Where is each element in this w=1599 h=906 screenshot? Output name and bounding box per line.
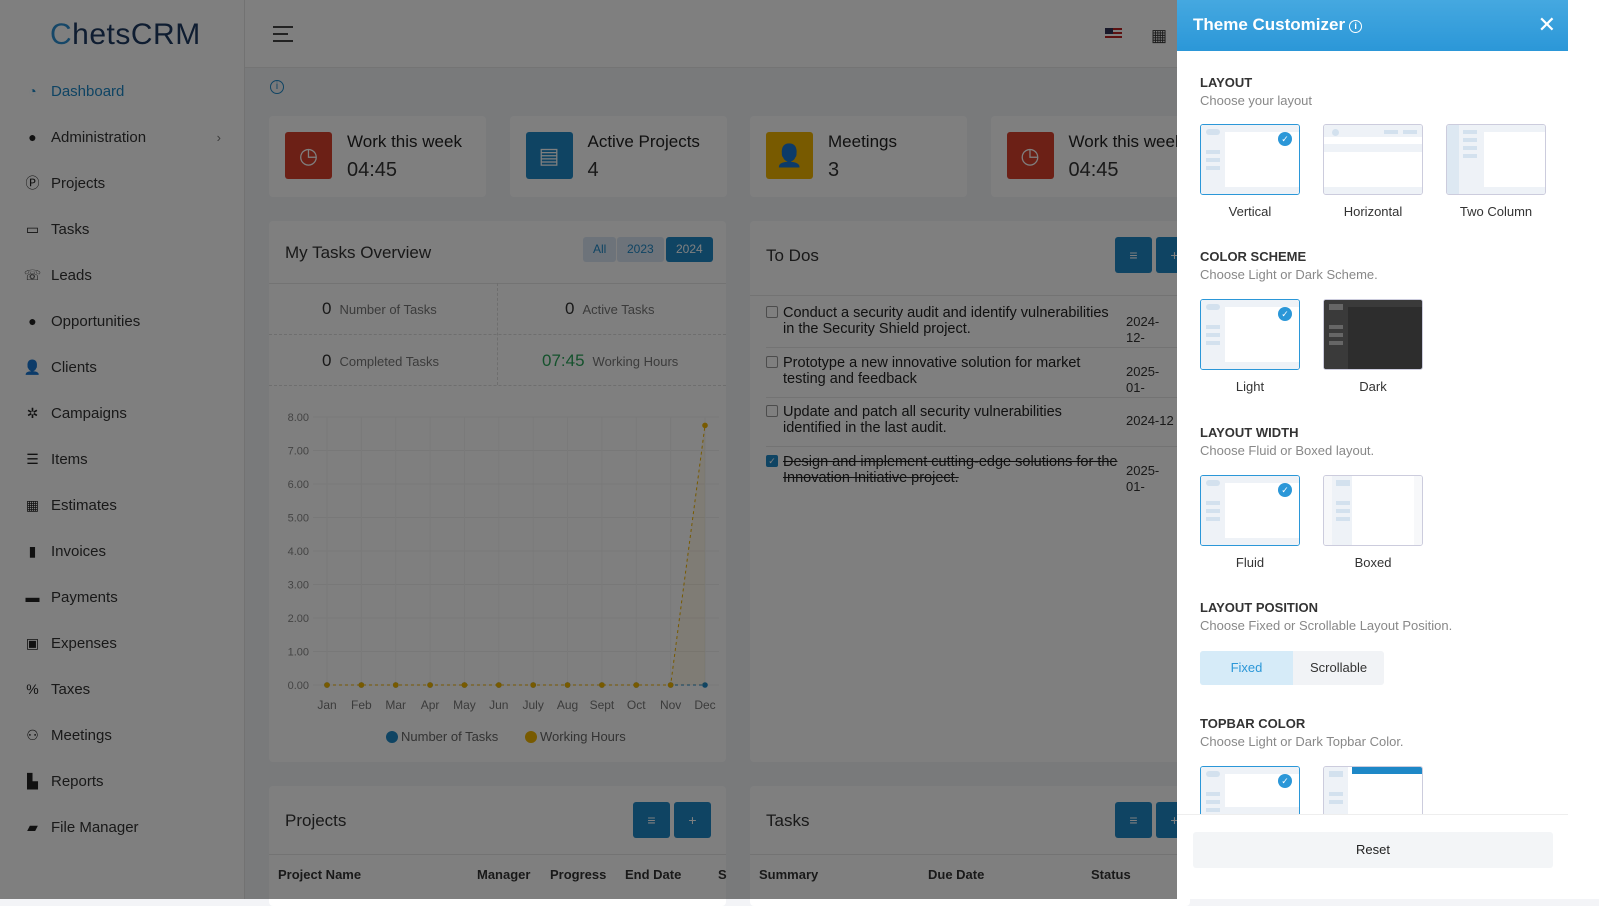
info-icon[interactable]: i [1349, 20, 1363, 33]
color-scheme-option-dark[interactable]: Dark [1323, 299, 1423, 394]
close-icon[interactable]: ✕ [1538, 12, 1556, 38]
check-icon: ✓ [1278, 132, 1292, 146]
layout-position-section: LAYOUT POSITION Choose Fixed or Scrollabl… [1200, 600, 1453, 633]
layout-option-horizontal[interactable]: Horizontal [1323, 124, 1423, 219]
layout-option-vertical[interactable]: ✓ Vertical [1200, 124, 1300, 219]
option-label: Light [1235, 379, 1265, 394]
layout-thumbnail [1446, 124, 1546, 195]
layout-thumbnail: ✓ [1200, 475, 1300, 546]
check-icon: ✓ [1278, 483, 1292, 497]
check-icon: ✓ [1278, 307, 1292, 321]
reset-button[interactable]: Reset [1193, 832, 1553, 868]
color-scheme-section: COLOR SCHEME Choose Light or Dark Scheme. [1200, 249, 1378, 282]
theme-customizer-panel: Theme Customizer i ✕ LAYOUT Choose your la… [1177, 0, 1568, 899]
option-label: Vertical [1228, 204, 1272, 219]
topbar-color-option-dark[interactable] [1323, 766, 1423, 814]
scrollbar[interactable] [1568, 0, 1599, 899]
layout-thumbnail: ✓ [1200, 299, 1300, 370]
layout-thumbnail: ✓ [1200, 766, 1300, 814]
position-fixed[interactable]: Fixed [1200, 651, 1293, 685]
option-label: Two Column [1459, 204, 1533, 219]
customizer-title: Theme Customizer [1193, 15, 1346, 34]
option-label: Horizontal [1343, 204, 1403, 219]
layout-width-option-fluid[interactable]: ✓ Fluid [1200, 475, 1300, 570]
color-scheme-option-light[interactable]: ✓ Light [1200, 299, 1300, 394]
option-label: Boxed [1354, 555, 1392, 570]
topbar-color-section: TOPBAR COLOR Choose Light or Dark Topbar … [1200, 716, 1404, 749]
option-label: Fluid [1235, 555, 1265, 570]
layout-thumbnail [1323, 766, 1423, 814]
option-label: Dark [1359, 379, 1387, 394]
layout-thumbnail: ✓ [1200, 124, 1300, 195]
check-icon: ✓ [1278, 774, 1292, 788]
layout-thumbnail [1323, 124, 1423, 195]
topbar-color-option-light[interactable]: ✓ [1200, 766, 1300, 814]
layout-width-section: LAYOUT WIDTH Choose Fluid or Boxed layout… [1200, 425, 1375, 458]
layout-option-two-column[interactable]: Two Column [1446, 124, 1546, 219]
layout-width-option-boxed[interactable]: Boxed [1323, 475, 1423, 570]
layout-thumbnail [1323, 475, 1423, 546]
layout-thumbnail [1323, 299, 1423, 370]
layout-section: LAYOUT Choose your layout [1200, 75, 1313, 108]
position-scrollable[interactable]: Scrollable [1293, 651, 1384, 685]
customizer-header: Theme Customizer i ✕ [1177, 0, 1568, 51]
layout-position-toggle: Fixed Scrollable [1200, 651, 1385, 685]
customizer-footer: Reset [1177, 814, 1568, 899]
